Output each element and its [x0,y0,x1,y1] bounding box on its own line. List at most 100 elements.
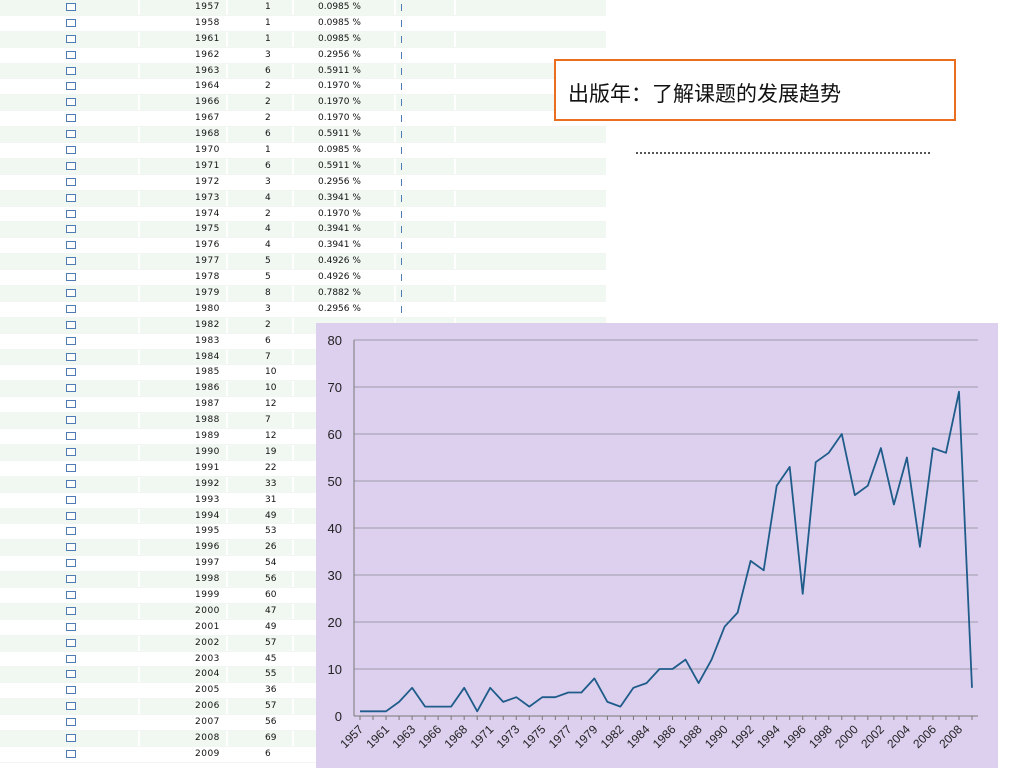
percent-bar [401,35,402,43]
row-checkbox[interactable] [66,289,76,298]
column-separator [226,683,228,699]
count-cell: 5 [265,272,271,283]
column-separator [138,63,140,79]
row-checkbox[interactable] [66,749,76,758]
percent-cell: 0.3941 % [318,192,361,203]
row-checkbox[interactable] [66,384,76,393]
row-checkbox[interactable] [66,511,76,520]
row-checkbox[interactable] [66,50,76,59]
x-tick-label: 1986 [650,722,679,751]
percent-bar [401,99,402,107]
row-checkbox[interactable] [66,177,76,186]
row-checkbox[interactable] [66,273,76,282]
count-cell: 57 [265,701,277,712]
column-separator [138,587,140,603]
column-separator [226,206,228,222]
column-separator [454,174,456,190]
row-checkbox[interactable] [66,702,76,711]
column-separator [292,667,294,683]
row-checkbox[interactable] [66,559,76,568]
year-cell: 1983 [195,335,220,346]
row-checkbox[interactable] [66,257,76,266]
column-separator [226,365,228,381]
row-checkbox[interactable] [66,336,76,345]
column-separator [292,730,294,746]
column-separator [226,301,228,317]
row-checkbox[interactable] [66,606,76,615]
row-checkbox[interactable] [66,320,76,329]
column-separator [292,413,294,429]
year-cell: 2000 [195,605,220,616]
row-checkbox[interactable] [66,543,76,552]
row-checkbox[interactable] [66,416,76,425]
percent-cell: 0.3941 % [318,224,361,235]
row-checkbox[interactable] [66,130,76,139]
row-checkbox[interactable] [66,590,76,599]
count-cell: 8 [265,288,271,299]
count-cell: 49 [265,621,277,632]
column-separator [394,15,396,31]
column-separator [226,460,228,476]
column-separator [292,317,294,333]
row-checkbox[interactable] [66,82,76,91]
column-separator [226,524,228,540]
table-row: 1971 6 0.5911 % [0,158,606,175]
percent-cell: 0.1970 % [318,81,361,92]
row-checkbox[interactable] [66,18,76,27]
row-checkbox[interactable] [66,718,76,727]
column-separator [292,254,294,270]
row-checkbox[interactable] [66,3,76,11]
row-checkbox[interactable] [66,638,76,647]
column-separator [226,746,228,762]
column-separator [394,286,396,301]
row-checkbox[interactable] [66,225,76,234]
table-row: 1978 5 0.4926 % [0,270,606,287]
year-cell: 1982 [195,319,220,330]
row-checkbox[interactable] [66,447,76,456]
row-checkbox[interactable] [66,432,76,441]
row-checkbox[interactable] [66,368,76,377]
row-checkbox[interactable] [66,352,76,361]
row-checkbox[interactable] [66,463,76,472]
year-cell: 1973 [195,192,220,203]
row-checkbox[interactable] [66,241,76,250]
column-separator [454,206,456,222]
row-checkbox[interactable] [66,146,76,155]
row-checkbox[interactable] [66,193,76,202]
table-row: 1961 1 0.0985 % [0,31,606,48]
year-cell: 1970 [195,145,220,156]
row-checkbox[interactable] [66,654,76,663]
column-separator [292,238,294,254]
row-checkbox[interactable] [66,400,76,409]
year-cell: 2004 [195,669,220,680]
row-checkbox[interactable] [66,161,76,170]
row-checkbox[interactable] [66,304,76,313]
row-checkbox[interactable] [66,66,76,75]
row-checkbox[interactable] [66,622,76,631]
percent-cell: 0.7882 % [318,288,361,299]
column-separator [138,95,140,111]
table-row: 1974 2 0.1970 % [0,206,606,223]
y-tick-label: 20 [328,615,342,630]
row-checkbox[interactable] [66,98,76,107]
row-checkbox[interactable] [66,575,76,584]
row-checkbox[interactable] [66,527,76,536]
column-separator [226,333,228,349]
row-checkbox[interactable] [66,209,76,218]
column-separator [138,238,140,254]
row-checkbox[interactable] [66,670,76,679]
row-checkbox[interactable] [66,495,76,504]
percent-bar [401,67,402,75]
count-cell: 33 [265,478,277,489]
row-checkbox[interactable] [66,114,76,123]
year-cell: 1987 [195,399,220,410]
percent-bar [401,210,402,218]
row-checkbox[interactable] [66,479,76,488]
row-checkbox[interactable] [66,34,76,43]
row-checkbox[interactable] [66,733,76,742]
row-checkbox[interactable] [66,686,76,695]
column-separator [292,746,294,762]
percent-cell: 0.2956 % [318,303,361,314]
count-cell: 4 [265,192,271,203]
column-separator [138,222,140,238]
